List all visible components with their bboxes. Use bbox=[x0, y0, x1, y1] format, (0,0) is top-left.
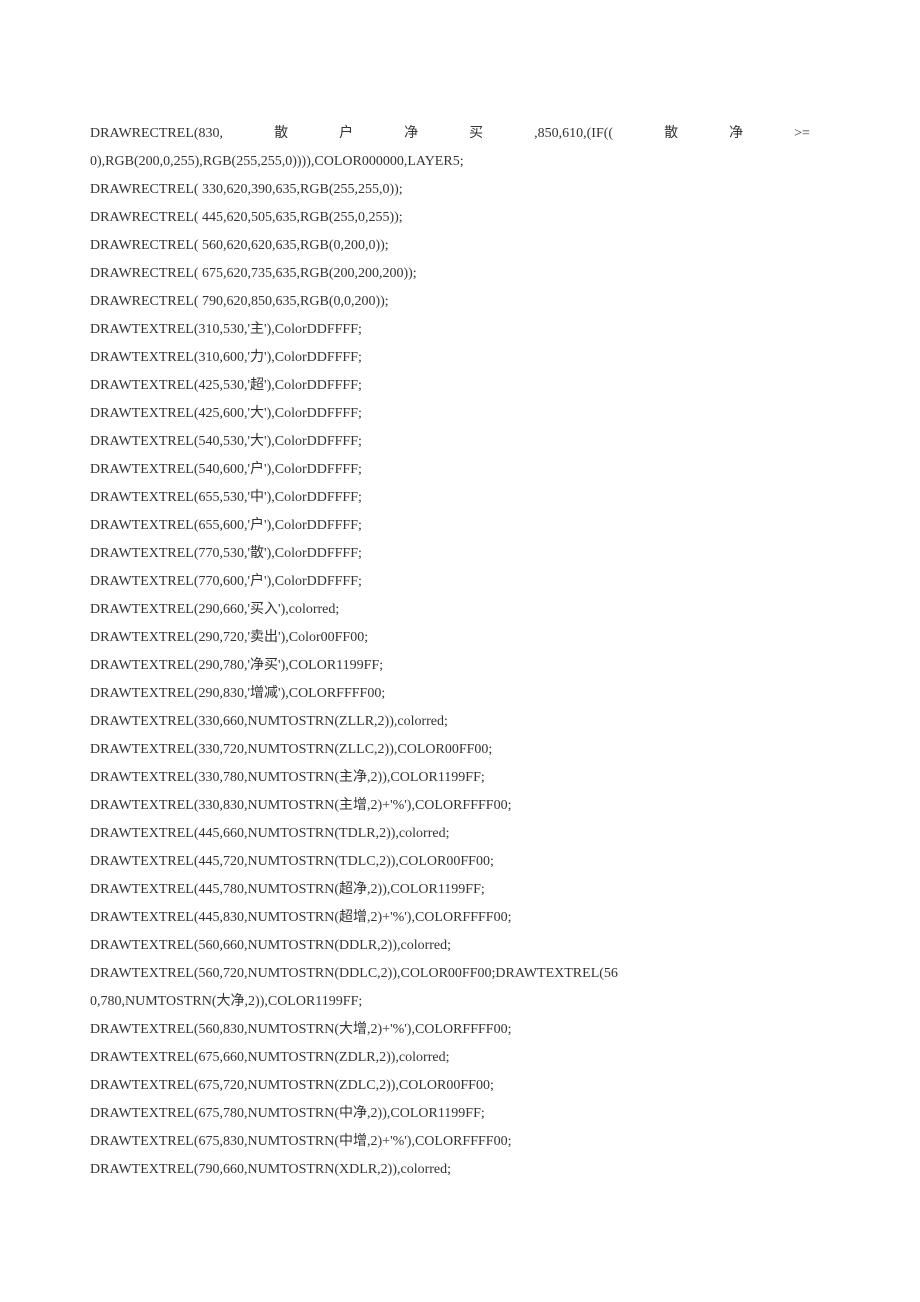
code-line: DRAWTEXTREL(290,660,'买入'),colorred; bbox=[90, 596, 810, 624]
code-line: DRAWRECTREL( 675,620,735,635,RGB(200,200… bbox=[90, 260, 810, 288]
code-line: DRAWTEXTREL(655,530,'中'),ColorDDFFFF; bbox=[90, 484, 810, 512]
code-token: >= bbox=[794, 120, 810, 148]
code-line: DRAWTEXTREL(445,660,NUMTOSTRN(TDLR,2)),c… bbox=[90, 820, 810, 848]
code-token: 买 bbox=[469, 120, 483, 148]
code-line: DRAWTEXTREL(655,600,'户'),ColorDDFFFF; bbox=[90, 512, 810, 540]
code-line: DRAWTEXTREL(445,720,NUMTOSTRN(TDLC,2)),C… bbox=[90, 848, 810, 876]
code-line: 0),RGB(200,0,255),RGB(255,255,0)))),COLO… bbox=[90, 148, 810, 176]
code-line: 0,780,NUMTOSTRN(大净,2)),COLOR1199FF; bbox=[90, 988, 810, 1016]
code-line: DRAWTEXTREL(675,660,NUMTOSTRN(ZDLR,2)),c… bbox=[90, 1044, 810, 1072]
code-line: DRAWTEXTREL(540,530,'大'),ColorDDFFFF; bbox=[90, 428, 810, 456]
code-line: DRAWTEXTREL(770,600,'户'),ColorDDFFFF; bbox=[90, 568, 810, 596]
code-line: DRAWTEXTREL(310,600,'力'),ColorDDFFFF; bbox=[90, 344, 810, 372]
code-line: DRAWTEXTREL(425,600,'大'),ColorDDFFFF; bbox=[90, 400, 810, 428]
code-line: DRAWTEXTREL(310,530,'主'),ColorDDFFFF; bbox=[90, 316, 810, 344]
code-line: DRAWRECTREL( 790,620,850,635,RGB(0,0,200… bbox=[90, 288, 810, 316]
code-token: 散 bbox=[664, 120, 678, 148]
code-line: DRAWTEXTREL(540,600,'户'),ColorDDFFFF; bbox=[90, 456, 810, 484]
code-line: DRAWTEXTREL(330,830,NUMTOSTRN(主增,2)+'%')… bbox=[90, 792, 810, 820]
code-line: DRAWRECTREL( 560,620,620,635,RGB(0,200,0… bbox=[90, 232, 810, 260]
code-line: DRAWTEXTREL(330,720,NUMTOSTRN(ZLLC,2)),C… bbox=[90, 736, 810, 764]
code-line: DRAWTEXTREL(560,830,NUMTOSTRN(大增,2)+'%')… bbox=[90, 1016, 810, 1044]
code-line: DRAWTEXTREL(445,780,NUMTOSTRN(超净,2)),COL… bbox=[90, 876, 810, 904]
code-line: DRAWRECTREL( 330,620,390,635,RGB(255,255… bbox=[90, 176, 810, 204]
code-line: DRAWTEXTREL(675,830,NUMTOSTRN(中增,2)+'%')… bbox=[90, 1128, 810, 1156]
code-line: DRAWTEXTREL(560,660,NUMTOSTRN(DDLR,2)),c… bbox=[90, 932, 810, 960]
code-line: DRAWRECTREL( 445,620,505,635,RGB(255,0,2… bbox=[90, 204, 810, 232]
code-content: DRAWRECTREL(830, 散 户 净 买 ,850,610,(IF(( 散 净 >=0)… bbox=[0, 0, 920, 1244]
code-line: DRAWTEXTREL(290,780,'净买'),COLOR1199FF; bbox=[90, 652, 810, 680]
code-line: DRAWTEXTREL(445,830,NUMTOSTRN(超增,2)+'%')… bbox=[90, 904, 810, 932]
code-line: DRAWTEXTREL(560,720,NUMTOSTRN(DDLC,2)),C… bbox=[90, 960, 810, 988]
code-token: DRAWRECTREL(830, bbox=[90, 120, 223, 148]
code-line: DRAWTEXTREL(425,530,'超'),ColorDDFFFF; bbox=[90, 372, 810, 400]
code-line: DRAWTEXTREL(330,780,NUMTOSTRN(主净,2)),COL… bbox=[90, 764, 810, 792]
code-line: DRAWTEXTREL(675,720,NUMTOSTRN(ZDLC,2)),C… bbox=[90, 1072, 810, 1100]
code-line: DRAWTEXTREL(330,660,NUMTOSTRN(ZLLR,2)),c… bbox=[90, 708, 810, 736]
code-line: DRAWTEXTREL(290,830,'增减'),COLORFFFF00; bbox=[90, 680, 810, 708]
code-token: 散 bbox=[274, 120, 288, 148]
code-token: 净 bbox=[404, 120, 418, 148]
code-line: DRAWTEXTREL(675,780,NUMTOSTRN(中净,2)),COL… bbox=[90, 1100, 810, 1128]
code-line: DRAWTEXTREL(290,720,'卖出'),Color00FF00; bbox=[90, 624, 810, 652]
code-line: DRAWTEXTREL(790,660,NUMTOSTRN(XDLR,2)),c… bbox=[90, 1156, 810, 1184]
code-token: 户 bbox=[339, 120, 353, 148]
code-line: DRAWRECTREL(830, 散 户 净 买 ,850,610,(IF(( 散 净 >= bbox=[90, 120, 810, 148]
code-token: ,850,610,(IF(( bbox=[534, 120, 613, 148]
code-line: DRAWTEXTREL(770,530,'散'),ColorDDFFFF; bbox=[90, 540, 810, 568]
code-token: 净 bbox=[729, 120, 743, 148]
